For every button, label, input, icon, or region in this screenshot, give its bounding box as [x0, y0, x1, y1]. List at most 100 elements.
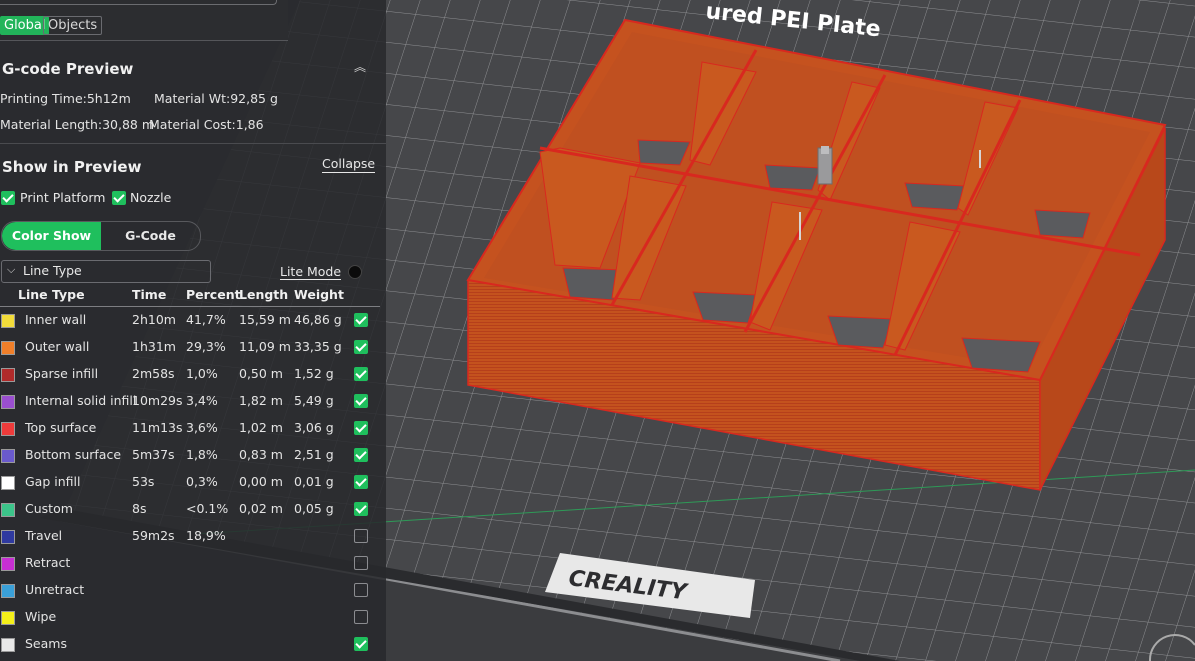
row-line-type: Internal solid infill — [25, 393, 137, 408]
table-row: Unretract — [0, 578, 386, 605]
row-weight: 0,01 g — [294, 474, 334, 489]
line-type-dropdown[interactable]: ⌵ Line Type — [1, 260, 211, 283]
color-swatch[interactable] — [1, 476, 15, 490]
header-line-type: Line Type — [18, 287, 85, 302]
visibility-checkbox[interactable] — [354, 421, 368, 435]
table-row: Sparse infill 2m58s 1,0% 0,50 m 1,52 g — [0, 362, 386, 389]
print-platform-checkbox[interactable] — [1, 191, 15, 205]
header-weight: Weight — [294, 287, 344, 302]
material-cost: Material Cost:1,86 — [149, 117, 264, 132]
visibility-checkbox[interactable] — [354, 475, 368, 489]
row-line-type: Seams — [25, 636, 67, 651]
row-weight: 3,06 g — [294, 420, 334, 435]
table-row: Travel 59m2s 18,9% — [0, 524, 386, 551]
row-weight: 33,35 g — [294, 339, 342, 354]
color-swatch[interactable] — [1, 449, 15, 463]
color-show-button[interactable]: Color Show — [2, 222, 101, 250]
gcode-button[interactable]: G-Code — [101, 222, 200, 250]
row-time: 8s — [132, 501, 147, 516]
gcode-preview-panel: Global Objects G-code Preview ︽ Printing… — [0, 0, 386, 661]
row-weight: 1,52 g — [294, 366, 334, 381]
header-underline — [0, 306, 380, 307]
row-time: 2h10m — [132, 312, 176, 327]
color-swatch[interactable] — [1, 395, 15, 409]
row-line-type: Inner wall — [25, 312, 87, 327]
visibility-checkbox[interactable] — [354, 583, 368, 597]
row-weight: 0,05 g — [294, 501, 334, 516]
row-percent: 1,8% — [186, 447, 218, 462]
row-percent: 1,0% — [186, 366, 218, 381]
row-length: 0,50 m — [239, 366, 283, 381]
row-percent: <0.1% — [186, 501, 229, 516]
table-row: Outer wall 1h31m 29,3% 11,09 m 33,35 g — [0, 335, 386, 362]
table-row: Wipe — [0, 605, 386, 632]
color-swatch[interactable] — [1, 368, 15, 382]
header-length: Length — [239, 287, 289, 302]
view-mode-toggle: Color Show G-Code — [1, 221, 201, 251]
visibility-checkbox[interactable] — [354, 556, 368, 570]
color-swatch[interactable] — [1, 611, 15, 625]
row-length: 0,83 m — [239, 447, 283, 462]
table-row: Retract — [0, 551, 386, 578]
chevron-down-icon: ⌵ — [7, 263, 16, 276]
row-percent: 18,9% — [186, 528, 226, 543]
color-swatch[interactable] — [1, 422, 15, 436]
visibility-checkbox[interactable] — [354, 529, 368, 543]
nozzle-label: Nozzle — [130, 190, 172, 205]
table-row: Gap infill 53s 0,3% 0,00 m 0,01 g — [0, 470, 386, 497]
color-swatch[interactable] — [1, 530, 15, 544]
lite-mode-label[interactable]: Lite Mode — [280, 264, 342, 280]
row-line-type: Bottom surface — [25, 447, 122, 462]
row-length: 0,02 m — [239, 501, 283, 516]
row-percent: 29,3% — [186, 339, 226, 354]
table-row: Seams — [0, 632, 386, 659]
visibility-checkbox[interactable] — [354, 502, 368, 516]
color-swatch[interactable] — [1, 341, 15, 355]
row-length: 15,59 m — [239, 312, 291, 327]
row-line-type: Wipe — [25, 609, 57, 624]
row-percent: 3,4% — [186, 393, 218, 408]
dropdown-value: Line Type — [23, 263, 82, 278]
row-time: 5m37s — [132, 447, 175, 462]
visibility-checkbox[interactable] — [354, 367, 368, 381]
panel-top-bar: Global Objects — [0, 0, 288, 41]
nozzle-checkbox[interactable] — [112, 191, 126, 205]
top-divider — [0, 0, 277, 5]
row-weight: 46,86 g — [294, 312, 342, 327]
row-length: 11,09 m — [239, 339, 291, 354]
visibility-checkbox[interactable] — [354, 448, 368, 462]
row-line-type: Outer wall — [25, 339, 90, 354]
color-swatch[interactable] — [1, 314, 15, 328]
table-row: Top surface 11m13s 3,6% 1,02 m 3,06 g — [0, 416, 386, 443]
chevron-up-double-icon[interactable]: ︽ — [354, 58, 366, 75]
collapse-link[interactable]: Collapse — [322, 156, 376, 173]
row-length: 0,00 m — [239, 474, 283, 489]
row-weight: 5,49 g — [294, 393, 334, 408]
visibility-checkbox[interactable] — [354, 340, 368, 354]
visibility-checkbox[interactable] — [354, 637, 368, 651]
color-swatch[interactable] — [1, 584, 15, 598]
lite-mode-toggle[interactable] — [348, 265, 362, 279]
printing-time: Printing Time:5h12m — [0, 91, 131, 106]
table-row: Custom 8s <0.1% 0,02 m 0,05 g — [0, 497, 386, 524]
visibility-checkbox[interactable] — [354, 394, 368, 408]
table-row: Internal solid infill 10m29s 3,4% 1,82 m 5,4… — [0, 389, 386, 416]
row-time: 2m58s — [132, 366, 175, 381]
row-line-type: Travel — [25, 528, 63, 543]
print-platform-label: Print Platform — [20, 190, 106, 205]
visibility-checkbox[interactable] — [354, 313, 368, 327]
row-line-type: Retract — [25, 555, 71, 570]
color-swatch[interactable] — [1, 638, 15, 652]
row-percent: 0,3% — [186, 474, 218, 489]
tab-objects[interactable]: Objects — [43, 16, 103, 35]
material-weight: Material Wt:92,85 g — [154, 91, 278, 106]
row-time: 53s — [132, 474, 155, 489]
color-swatch[interactable] — [1, 557, 15, 571]
row-weight: 2,51 g — [294, 447, 334, 462]
visibility-checkbox[interactable] — [354, 610, 368, 624]
table-row: Bottom surface 5m37s 1,8% 0,83 m 2,51 g — [0, 443, 386, 470]
row-time: 1h31m — [132, 339, 176, 354]
color-swatch[interactable] — [1, 503, 15, 517]
row-length: 1,82 m — [239, 393, 283, 408]
section-divider — [0, 143, 386, 144]
